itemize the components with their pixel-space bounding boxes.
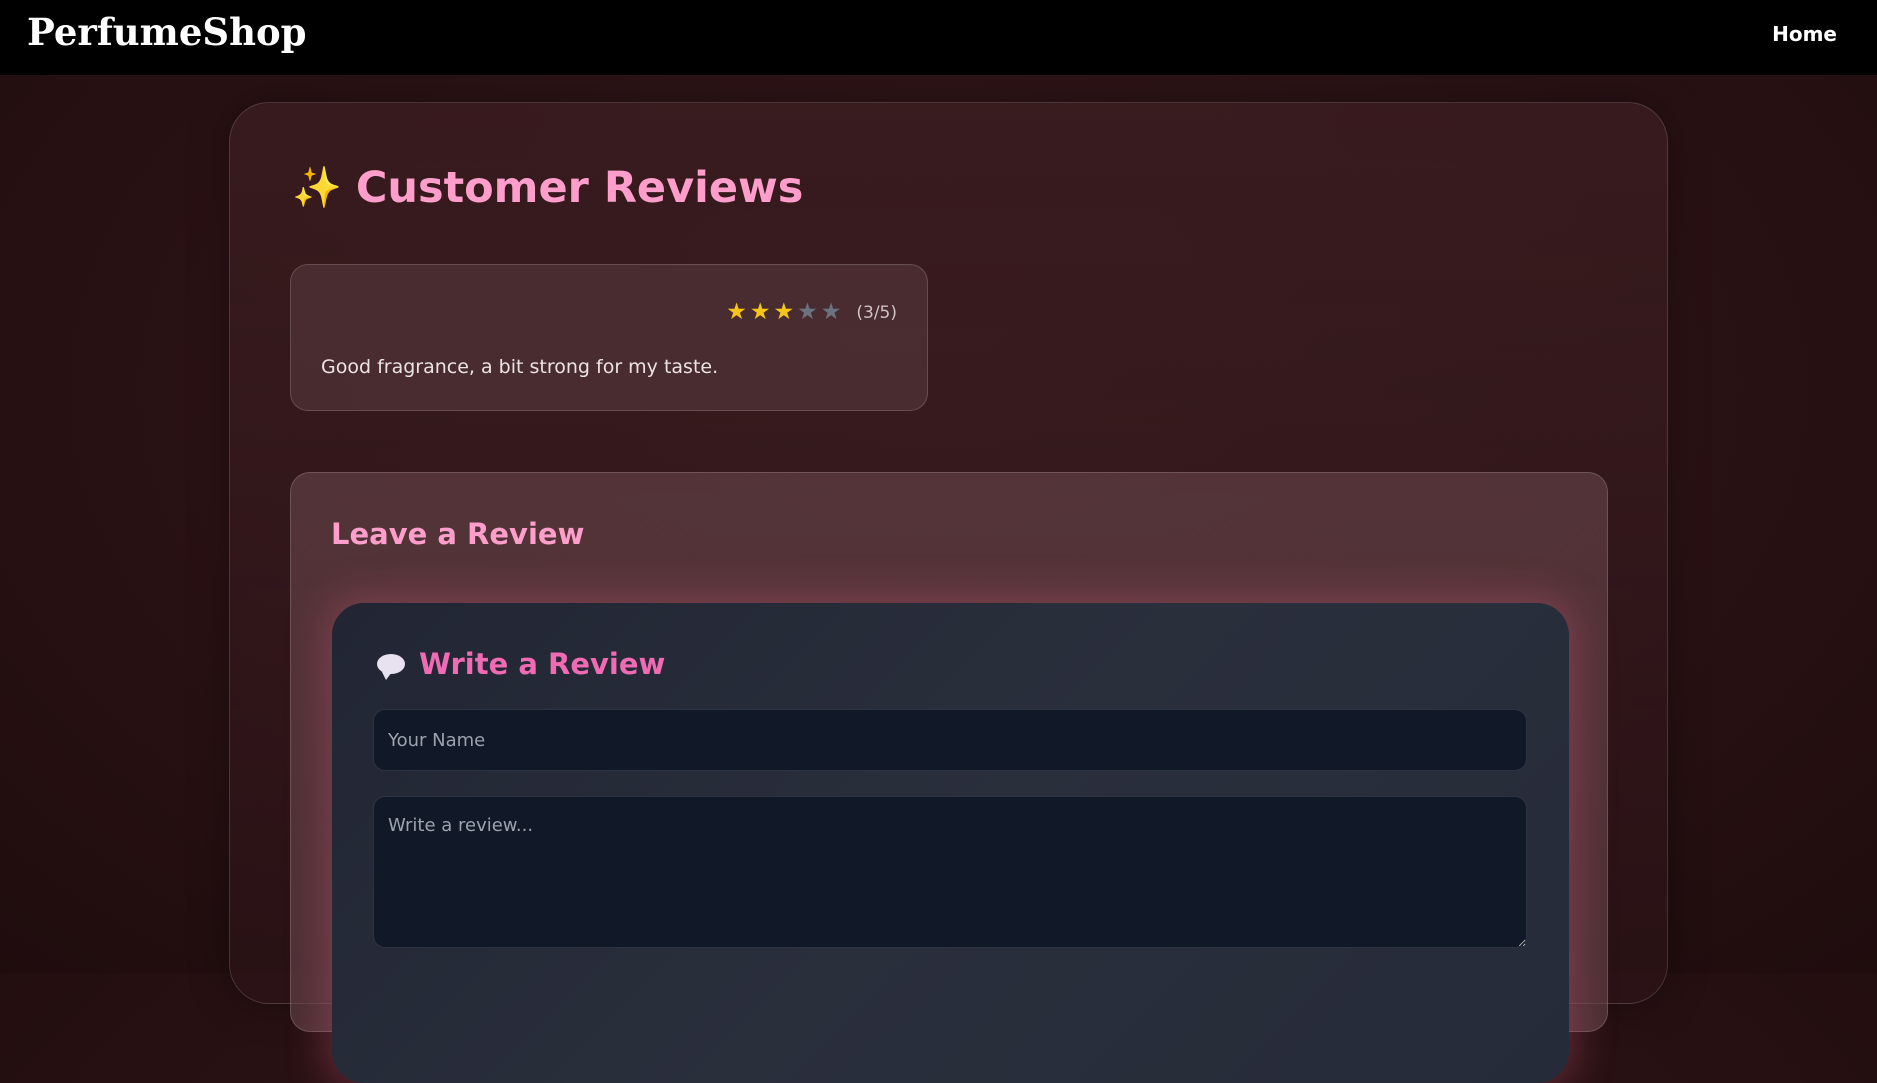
brand-logo[interactable]: PerfumeShop xyxy=(27,10,307,54)
speech-bubble-icon xyxy=(377,654,405,680)
top-navbar: PerfumeShop Home xyxy=(0,0,1877,75)
name-input[interactable] xyxy=(373,709,1527,771)
leave-review-section: Leave a Review Write a Review xyxy=(290,472,1608,1083)
write-review-title: Write a Review xyxy=(419,647,666,681)
star-filled-icon: ★ xyxy=(726,299,747,325)
write-review-form: Write a Review xyxy=(332,603,1569,1083)
reviews-heading: ✨ Customer Reviews xyxy=(292,163,803,213)
reviews-title: Customer Reviews xyxy=(355,163,804,213)
review-textarea[interactable] xyxy=(373,796,1527,948)
star-filled-icon: ★ xyxy=(773,299,795,325)
star-filled-icon: ★ xyxy=(749,299,771,325)
review-text: Good fragrance, a bit strong for my tast… xyxy=(321,356,719,378)
write-review-heading: Write a Review xyxy=(377,647,665,681)
nav-home-link[interactable]: Home xyxy=(1772,22,1837,46)
star-empty-icon: ★ xyxy=(797,299,818,325)
star-empty-icon: ★ xyxy=(820,299,842,325)
review-card: ★ ★ ★ ★ ★ (3/5) Good fragrance, a bit st… xyxy=(290,264,928,411)
sparkles-icon: ✨ xyxy=(292,165,342,211)
reviews-section: ✨ Customer Reviews ★ ★ ★ ★ ★ (3/5) Good … xyxy=(229,102,1668,1083)
rating-stars: ★ ★ ★ ★ ★ (3/5) xyxy=(726,301,897,324)
rating-text: (3/5) xyxy=(856,302,897,323)
leave-review-title: Leave a Review xyxy=(331,517,585,551)
